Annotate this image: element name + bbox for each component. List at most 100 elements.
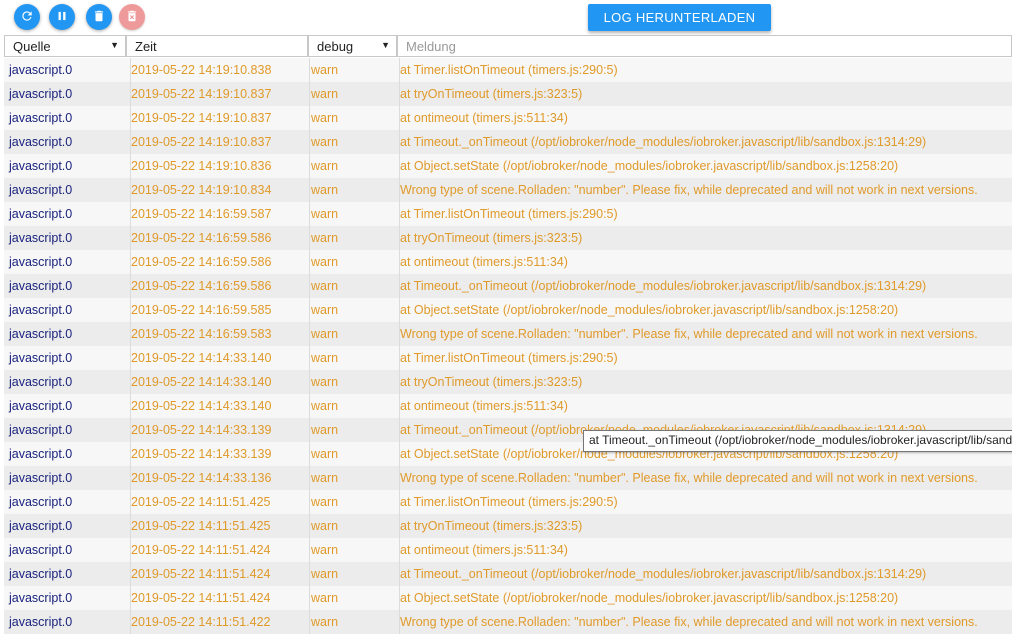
- source-cell: javascript.0: [4, 562, 131, 586]
- message-cell: at Timeout._onTimeout (/opt/iobroker/nod…: [400, 135, 927, 149]
- time-cell: 2019-05-22 14:14:33.139: [126, 442, 310, 466]
- table-row: javascript.0 2019-05-22 14:14:33.136 warn W…: [4, 466, 1012, 490]
- message-cell: Wrong type of scene.Rolladen: "number". …: [400, 471, 978, 485]
- refresh-button[interactable]: [14, 4, 40, 30]
- time-cell: 2019-05-22 14:16:59.587: [126, 202, 310, 226]
- time-cell: 2019-05-22 14:19:10.837: [126, 82, 310, 106]
- source-cell: javascript.0: [4, 130, 131, 154]
- time-cell: 2019-05-22 14:11:51.424: [126, 562, 310, 586]
- message-column-label: Meldung: [406, 38, 456, 54]
- severity-cell: warn: [305, 202, 400, 226]
- time-column-label: Zeit: [135, 38, 157, 54]
- severity-cell: warn: [305, 466, 400, 490]
- dropdown-arrow-icon: ▼: [110, 40, 119, 50]
- message-cell: at tryOnTimeout (timers.js:323:5): [400, 375, 583, 389]
- severity-column-label: debug: [317, 38, 354, 54]
- severity-cell: warn: [305, 490, 400, 514]
- time-cell: 2019-05-22 14:14:33.140: [126, 370, 310, 394]
- severity-cell: warn: [305, 346, 400, 370]
- severity-cell: warn: [305, 58, 400, 82]
- time-cell: 2019-05-22 14:19:10.838: [126, 58, 310, 82]
- message-tooltip: at Timeout._onTimeout (/opt/iobroker/nod…: [583, 430, 1012, 452]
- table-row: javascript.0 2019-05-22 14:19:10.836 warn a…: [4, 154, 1012, 178]
- time-cell: 2019-05-22 14:11:51.422: [126, 610, 310, 634]
- table-row: javascript.0 2019-05-22 14:16:59.587 warn a…: [4, 202, 1012, 226]
- message-filter-input[interactable]: Meldung: [397, 35, 1012, 57]
- table-row: javascript.0 2019-05-22 14:16:59.586 warn a…: [4, 250, 1012, 274]
- time-cell: 2019-05-22 14:16:59.586: [126, 226, 310, 250]
- severity-filter-select[interactable]: debug ▼: [308, 35, 397, 57]
- time-cell: 2019-05-22 14:11:51.424: [126, 538, 310, 562]
- table-row: javascript.0 2019-05-22 14:14:33.140 warn a…: [4, 394, 1012, 418]
- message-cell: at tryOnTimeout (timers.js:323:5): [400, 519, 583, 533]
- source-cell: javascript.0: [4, 538, 131, 562]
- table-row: javascript.0 2019-05-22 14:19:10.837 warn a…: [4, 82, 1012, 106]
- time-cell: 2019-05-22 14:16:59.586: [126, 274, 310, 298]
- log-table-body: javascript.0 2019-05-22 14:19:10.838 warn a…: [4, 58, 1012, 634]
- message-cell: at Timer.listOnTimeout (timers.js:290:5): [400, 207, 618, 221]
- download-log-button[interactable]: LOG HERUNTERLADEN: [588, 4, 771, 31]
- table-row: javascript.0 2019-05-22 14:19:10.837 warn a…: [4, 130, 1012, 154]
- message-cell: at ontimeout (timers.js:511:34): [400, 255, 568, 269]
- severity-cell: warn: [305, 514, 400, 538]
- severity-cell: warn: [305, 178, 400, 202]
- time-cell: 2019-05-22 14:14:33.139: [126, 418, 310, 442]
- table-row: javascript.0 2019-05-22 14:14:33.140 warn a…: [4, 370, 1012, 394]
- table-row: javascript.0 2019-05-22 14:19:10.837 warn a…: [4, 106, 1012, 130]
- severity-cell: warn: [305, 394, 400, 418]
- severity-cell: warn: [305, 370, 400, 394]
- time-cell: 2019-05-22 14:19:10.836: [126, 154, 310, 178]
- table-row: javascript.0 2019-05-22 14:11:51.425 warn a…: [4, 490, 1012, 514]
- time-cell: 2019-05-22 14:11:51.425: [126, 490, 310, 514]
- source-cell: javascript.0: [4, 82, 131, 106]
- severity-cell: warn: [305, 418, 400, 442]
- source-cell: javascript.0: [4, 586, 131, 610]
- message-cell: at Timer.listOnTimeout (timers.js:290:5): [400, 351, 618, 365]
- delete-log-button[interactable]: [119, 4, 145, 30]
- source-cell: javascript.0: [4, 106, 131, 130]
- severity-cell: warn: [305, 610, 400, 634]
- table-row: javascript.0 2019-05-22 14:11:51.425 warn a…: [4, 514, 1012, 538]
- message-cell: at Object.setState (/opt/iobroker/node_m…: [400, 159, 899, 173]
- source-cell: javascript.0: [4, 442, 131, 466]
- source-cell: javascript.0: [4, 322, 131, 346]
- table-row: javascript.0 2019-05-22 14:11:51.422 warn W…: [4, 610, 1012, 634]
- clear-log-button[interactable]: [86, 4, 112, 30]
- severity-cell: warn: [305, 538, 400, 562]
- time-cell: 2019-05-22 14:16:59.585: [126, 298, 310, 322]
- severity-cell: warn: [305, 322, 400, 346]
- time-filter-input[interactable]: Zeit: [126, 35, 308, 57]
- refresh-icon: [20, 9, 34, 26]
- time-cell: 2019-05-22 14:19:10.837: [126, 106, 310, 130]
- toolbar: LOG HERUNTERLADEN: [0, 0, 1012, 34]
- source-cell: javascript.0: [4, 226, 131, 250]
- table-row: javascript.0 2019-05-22 14:11:51.424 warn a…: [4, 538, 1012, 562]
- message-cell: at Timer.listOnTimeout (timers.js:290:5): [400, 495, 618, 509]
- time-cell: 2019-05-22 14:19:10.834: [126, 178, 310, 202]
- table-row: javascript.0 2019-05-22 14:19:10.834 warn W…: [4, 178, 1012, 202]
- table-row: javascript.0 2019-05-22 14:19:10.838 warn a…: [4, 58, 1012, 82]
- table-row: javascript.0 2019-05-22 14:11:51.424 warn a…: [4, 562, 1012, 586]
- source-cell: javascript.0: [4, 202, 131, 226]
- pause-button[interactable]: [49, 4, 75, 30]
- severity-cell: warn: [305, 82, 400, 106]
- message-cell: at Timeout._onTimeout (/opt/iobroker/nod…: [400, 279, 927, 293]
- source-cell: javascript.0: [4, 346, 131, 370]
- source-cell: javascript.0: [4, 394, 131, 418]
- severity-cell: warn: [305, 226, 400, 250]
- message-cell: at Object.setState (/opt/iobroker/node_m…: [400, 303, 899, 317]
- source-cell: javascript.0: [4, 418, 131, 442]
- severity-cell: warn: [305, 562, 400, 586]
- message-cell: at Timer.listOnTimeout (timers.js:290:5): [400, 63, 618, 77]
- source-filter-select[interactable]: Quelle ▼: [4, 35, 126, 57]
- time-cell: 2019-05-22 14:16:59.586: [126, 250, 310, 274]
- source-cell: javascript.0: [4, 610, 131, 634]
- message-cell: Wrong type of scene.Rolladen: "number". …: [400, 327, 978, 341]
- severity-cell: warn: [305, 586, 400, 610]
- severity-cell: warn: [305, 298, 400, 322]
- time-cell: 2019-05-22 14:14:33.140: [126, 394, 310, 418]
- message-cell: at Object.setState (/opt/iobroker/node_m…: [400, 591, 899, 605]
- time-cell: 2019-05-22 14:14:33.136: [126, 466, 310, 490]
- message-cell: Wrong type of scene.Rolladen: "number". …: [400, 183, 978, 197]
- severity-cell: warn: [305, 274, 400, 298]
